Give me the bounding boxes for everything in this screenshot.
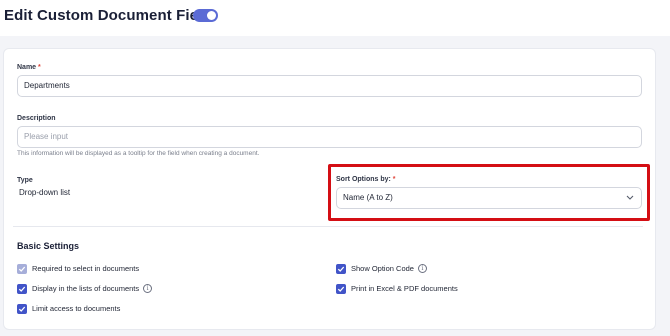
required-mark: * (392, 176, 396, 183)
description-input[interactable]: Please input (17, 126, 642, 148)
option-label: Show Option Code (351, 264, 414, 273)
option-label: Limit access to documents (32, 304, 121, 313)
required-mark: * (38, 64, 41, 71)
checkbox[interactable] (17, 263, 27, 274)
page-header: Edit Custom Document Field (0, 0, 670, 36)
checkbox[interactable] (336, 283, 346, 294)
check-icon (18, 306, 26, 312)
option-label: Print in Excel & PDF documents (351, 284, 458, 293)
option-required-to-select[interactable]: Required to select in documents (17, 263, 139, 274)
sort-options-select[interactable]: Name (A to Z) (336, 187, 642, 209)
checkbox[interactable] (336, 263, 346, 274)
type-label: Type (17, 177, 33, 184)
sort-options-label: Sort Options by: * (336, 176, 396, 183)
option-limit-access[interactable]: Limit access to documents (17, 303, 120, 314)
info-icon[interactable]: i (143, 284, 153, 293)
chevron-down-icon (626, 195, 634, 200)
option-display-in-lists[interactable]: Display in the lists of documents i (17, 283, 153, 294)
sort-options-value: Name (A to Z) (343, 193, 393, 202)
field-enabled-toggle[interactable] (193, 9, 218, 22)
check-icon (337, 286, 345, 292)
info-icon[interactable]: i (417, 264, 427, 273)
check-icon (18, 266, 26, 272)
sort-options-label-text: Sort Options by: (336, 176, 391, 183)
option-label: Required to select in documents (32, 264, 140, 273)
page-title: Edit Custom Document Field (4, 7, 212, 24)
check-icon (337, 266, 345, 272)
checkbox[interactable] (17, 283, 27, 294)
description-label: Description (17, 115, 56, 122)
checkbox[interactable] (17, 303, 27, 314)
name-input[interactable]: Departments (17, 75, 642, 97)
type-value: Drop-down list (19, 188, 71, 197)
basic-settings-title: Basic Settings (17, 241, 80, 251)
check-icon (18, 286, 26, 292)
description-hint: This information will be displayed as a … (17, 150, 260, 157)
option-label: Display in the lists of documents (32, 284, 140, 293)
name-label-text: Name (17, 64, 37, 71)
option-print-excel-pdf[interactable]: Print in Excel & PDF documents (336, 283, 458, 294)
toggle-knob (207, 11, 216, 20)
section-divider (13, 226, 643, 227)
option-show-option-code[interactable]: Show Option Code i (336, 263, 427, 274)
name-label: Name * (17, 64, 41, 71)
